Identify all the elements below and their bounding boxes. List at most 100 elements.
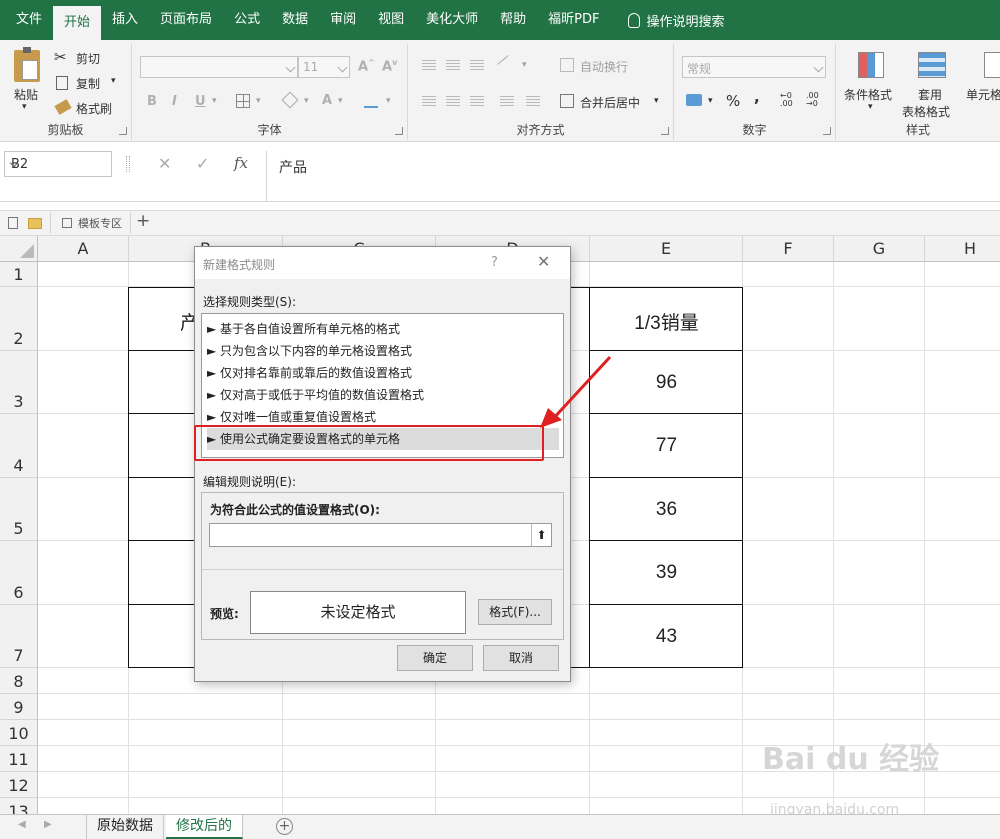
underline-dropdown-icon[interactable]: ▾ [212, 96, 217, 106]
row-header-10[interactable]: 10 [0, 720, 38, 746]
decrease-font-icon[interactable]: Av [382, 58, 397, 74]
align-top-icon[interactable] [422, 60, 436, 72]
cancel-icon[interactable]: ✕ [158, 154, 171, 173]
clipboard-launcher-icon[interactable] [119, 127, 127, 135]
align-middle-icon[interactable] [446, 60, 460, 72]
rule-item-average[interactable]: ► 仅对高于或低于平均值的数值设置格式 [207, 384, 559, 406]
decrease-decimal-icon[interactable]: .00 →0 [806, 92, 819, 108]
orientation-icon[interactable] [497, 55, 517, 75]
rule-formula-input[interactable]: ⬆ [209, 523, 552, 547]
tab-home[interactable]: 开始 [53, 6, 102, 40]
column-header-h[interactable]: H [925, 236, 1000, 262]
name-box[interactable]: B2 [4, 151, 112, 177]
new-document-icon[interactable] [8, 217, 18, 229]
tab-foxit-pdf[interactable]: 福昕PDF [537, 0, 610, 40]
row-header-4[interactable]: 4 [0, 414, 38, 478]
add-sheet-icon[interactable]: + [276, 818, 293, 835]
tab-review[interactable]: 审阅 [319, 0, 367, 40]
font-launcher-icon[interactable] [395, 127, 403, 135]
template-zone-tab[interactable]: 模板专区 [78, 215, 122, 231]
folder-icon[interactable] [28, 218, 42, 229]
row-header-8[interactable]: 8 [0, 668, 38, 694]
tab-view[interactable]: 视图 [367, 0, 415, 40]
cut-button[interactable]: 剪切 [76, 50, 100, 67]
tell-me-search[interactable]: 操作说明搜索 [628, 0, 725, 40]
wrap-text-button[interactable]: 自动换行 [580, 58, 628, 75]
fill-color-icon[interactable] [281, 91, 299, 109]
borders-icon[interactable] [236, 94, 250, 108]
conditional-format-dropdown-icon[interactable]: ▾ [868, 102, 873, 112]
column-header-a[interactable]: A [38, 236, 129, 262]
row-header-6[interactable]: 6 [0, 541, 38, 605]
increase-decimal-icon[interactable]: ←0.00 [780, 92, 793, 108]
paste-icon[interactable] [14, 47, 40, 82]
paste-dropdown-icon[interactable]: ▾ [22, 102, 27, 112]
underline-button[interactable]: U [195, 94, 206, 109]
tab-beautify[interactable]: 美化大师 [415, 0, 489, 40]
row-header-12[interactable]: 12 [0, 772, 38, 798]
cell-e6[interactable]: 39 [590, 562, 743, 584]
increase-font-icon[interactable]: A^ [358, 58, 375, 74]
column-header-f[interactable]: F [743, 236, 834, 262]
insert-function-icon[interactable]: fx [234, 154, 248, 172]
help-icon[interactable]: ? [491, 255, 498, 270]
merge-center-icon[interactable] [560, 94, 574, 108]
tab-help[interactable]: 帮助 [489, 0, 537, 40]
cancel-button[interactable]: 取消 [483, 645, 559, 671]
phonetic-dropdown-icon[interactable]: ▾ [386, 96, 391, 106]
italic-button[interactable]: I [172, 94, 177, 109]
paste-button[interactable]: 粘贴 [14, 86, 38, 103]
number-launcher-icon[interactable] [823, 127, 831, 135]
format-painter-button[interactable]: 格式刷 [76, 100, 112, 117]
sheet-scroll-left-icon[interactable]: ◀ [18, 819, 26, 830]
ok-button[interactable]: 确定 [397, 645, 473, 671]
bold-button[interactable]: B [147, 94, 157, 109]
align-bottom-icon[interactable] [470, 60, 484, 72]
add-tab-icon[interactable]: + [136, 211, 150, 231]
rule-item-all-cells[interactable]: ► 基于各自值设置所有单元格的格式 [207, 318, 559, 340]
tab-page-layout[interactable]: 页面布局 [149, 0, 223, 40]
row-header-13[interactable]: 13 [0, 798, 38, 814]
increase-indent-icon[interactable] [526, 96, 540, 108]
copy-dropdown-icon[interactable]: ▾ [111, 76, 116, 86]
cell-e7[interactable]: 43 [590, 626, 743, 648]
copy-button[interactable]: 复制 [76, 75, 100, 92]
close-icon[interactable]: ✕ [537, 252, 550, 271]
font-color-icon[interactable]: A [322, 93, 332, 108]
alignment-launcher-icon[interactable] [661, 127, 669, 135]
currency-icon[interactable] [686, 94, 702, 106]
cell-e4[interactable]: 77 [590, 435, 743, 457]
font-name-combo[interactable] [140, 56, 298, 78]
format-button[interactable]: 格式(F)... [478, 599, 552, 625]
enter-icon[interactable]: ✓ [196, 154, 209, 173]
align-right-icon[interactable] [470, 96, 484, 108]
conditional-format-button[interactable]: 条件格式 [844, 86, 892, 103]
cell-styles-icon[interactable] [984, 52, 1000, 78]
format-as-table-label-a[interactable]: 套用 [918, 86, 942, 103]
cell-styles-button[interactable]: 单元格 [966, 86, 1000, 103]
row-header-2[interactable]: 2 [0, 287, 38, 351]
cell-e3[interactable]: 96 [590, 372, 743, 394]
row-header-9[interactable]: 9 [0, 694, 38, 720]
merge-center-button[interactable]: 合并后居中 [580, 94, 640, 111]
align-center-icon[interactable] [446, 96, 460, 108]
tab-insert[interactable]: 插入 [101, 0, 149, 40]
conditional-format-icon[interactable] [858, 52, 884, 78]
cell-e5[interactable]: 36 [590, 499, 743, 521]
formula-input[interactable]: 产品 [266, 151, 1000, 201]
merge-dropdown-icon[interactable]: ▾ [654, 96, 659, 106]
collapse-dialog-icon[interactable]: ⬆ [531, 524, 551, 546]
currency-dropdown-icon[interactable]: ▾ [708, 96, 713, 106]
column-header-e[interactable]: E [590, 236, 743, 262]
format-as-table-label-b[interactable]: 表格格式 [902, 103, 950, 120]
row-header-11[interactable]: 11 [0, 746, 38, 772]
row-header-1[interactable]: 1 [0, 262, 38, 287]
format-as-table-icon[interactable] [918, 52, 946, 78]
sheet-tab-original[interactable]: 原始数据 [86, 815, 164, 839]
fill-dropdown-icon[interactable]: ▾ [304, 96, 309, 106]
comma-button[interactable]: , [754, 88, 760, 106]
decrease-indent-icon[interactable] [500, 96, 514, 108]
font-color-dropdown-icon[interactable]: ▾ [338, 96, 343, 106]
borders-dropdown-icon[interactable]: ▾ [256, 96, 261, 106]
home-icon[interactable] [62, 218, 72, 228]
